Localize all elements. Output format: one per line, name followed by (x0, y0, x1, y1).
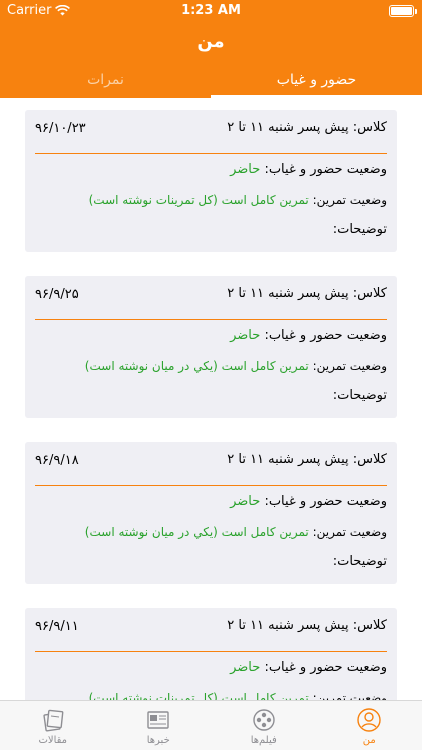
attendance-label: وضعیت حضور و غیاب: (264, 660, 387, 675)
session-date: ۹۶/۱۰/۲۳ (35, 121, 86, 136)
notes-label: توضیحات: (332, 388, 387, 403)
status-time: 1:23 AM (181, 3, 241, 18)
tab-grades[interactable]: نمرات (0, 66, 211, 98)
exercise-line: وضعیت تمرین: تمرین کامل است (کل تمرینات … (35, 691, 387, 700)
class-line: کلاس: پیش پسر شنبه ۱۱ تا ۲ (35, 286, 387, 301)
attendance-label: وضعیت حضور و غیاب: (264, 328, 387, 343)
user-icon (357, 708, 381, 732)
attendance-line: وضعیت حضور و غیاب: حاضر (35, 162, 387, 177)
exercise-value: تمرین کامل است (يکي در ميان نوشته است) (84, 359, 309, 373)
attendance-card[interactable]: کلاس: پیش پسر شنبه ۱۱ تا ۲ ۹۶/۹/۱۸ وضعیت… (25, 442, 397, 584)
exercise-label: وضعیت تمرین: (312, 359, 387, 373)
tabbar-item-films[interactable]: فیلم‌ها (211, 701, 317, 750)
news-icon (147, 711, 169, 729)
session-date: ۹۶/۹/۲۵ (35, 287, 79, 302)
card-divider (35, 485, 387, 486)
class-line: کلاس: پیش پسر شنبه ۱۱ تا ۲ (35, 120, 387, 135)
attendance-line: وضعیت حضور و غیاب: حاضر (35, 328, 387, 343)
class-line: کلاس: پیش پسر شنبه ۱۱ تا ۲ (35, 618, 387, 633)
attendance-value: حاضر (230, 494, 261, 509)
nav-title: من (0, 22, 422, 66)
tabbar-label: فیلم‌ها (250, 735, 277, 746)
exercise-line: وضعیت تمرین: تمرین کامل است (يکي در ميان… (35, 525, 387, 539)
film-reel-icon (253, 709, 275, 731)
attendance-list[interactable]: کلاس: پیش پسر شنبه ۱۱ تا ۲ ۹۶/۱۰/۲۳ وضعی… (0, 98, 422, 700)
card-divider (35, 651, 387, 652)
attendance-value: حاضر (230, 660, 261, 675)
notes-label: توضیحات: (332, 222, 387, 237)
bottom-tab-bar: مقالات خبرها فیلم‌ها من (0, 700, 422, 750)
attendance-card[interactable]: کلاس: پیش پسر شنبه ۱۱ تا ۲ ۹۶/۱۰/۲۳ وضعی… (25, 110, 397, 252)
attendance-label: وضعیت حضور و غیاب: (264, 494, 387, 509)
session-date: ۹۶/۹/۱۸ (35, 453, 79, 468)
class-prefix: کلاس: (352, 618, 387, 633)
class-prefix: کلاس: (352, 452, 387, 467)
battery-icon (389, 5, 417, 17)
exercise-value: تمرین کامل است (يکي در ميان نوشته است) (84, 525, 309, 539)
tabbar-item-me[interactable]: من (317, 701, 422, 750)
articles-icon (43, 709, 64, 732)
exercise-label: وضعیت تمرین: (312, 193, 387, 207)
class-name: پیش پسر شنبه ۱۱ تا ۲ (227, 286, 349, 301)
card-divider (35, 153, 387, 154)
exercise-line: وضعیت تمرین: تمرین کامل است (يکي در ميان… (35, 359, 387, 373)
exercise-label: وضعیت تمرین: (312, 525, 387, 539)
attendance-card[interactable]: کلاس: پیش پسر شنبه ۱۱ تا ۲ ۹۶/۹/۱۱ وضعیت… (25, 608, 397, 700)
attendance-line: وضعیت حضور و غیاب: حاضر (35, 660, 387, 675)
attendance-label: وضعیت حضور و غیاب: (264, 162, 387, 177)
attendance-value: حاضر (230, 328, 261, 343)
tabbar-item-articles[interactable]: مقالات (0, 701, 106, 750)
exercise-value: تمرین کامل است (کل تمرینات نوشته است) (88, 193, 309, 207)
tabbar-item-news[interactable]: خبرها (106, 701, 212, 750)
attendance-value: حاضر (230, 162, 261, 177)
attendance-line: وضعیت حضور و غیاب: حاضر (35, 494, 387, 509)
card-divider (35, 319, 387, 320)
class-name: پیش پسر شنبه ۱۱ تا ۲ (227, 120, 349, 135)
class-prefix: کلاس: (352, 286, 387, 301)
tab-attendance[interactable]: حضور و غیاب (211, 66, 422, 98)
class-prefix: کلاس: (352, 120, 387, 135)
exercise-label: وضعیت تمرین: (312, 691, 387, 700)
status-bar: Carrier 1:23 AM (0, 0, 422, 22)
class-name: پیش پسر شنبه ۱۱ تا ۲ (227, 618, 349, 633)
notes-line: توضیحات: (35, 222, 387, 237)
notes-line: توضیحات: (35, 554, 387, 569)
exercise-line: وضعیت تمرین: تمرین کامل است (کل تمرینات … (35, 193, 387, 207)
notes-line: توضیحات: (35, 388, 387, 403)
class-name: پیش پسر شنبه ۱۱ تا ۲ (227, 452, 349, 467)
tabbar-label: من (362, 735, 376, 746)
session-date: ۹۶/۹/۱۱ (35, 619, 79, 634)
attendance-card[interactable]: کلاس: پیش پسر شنبه ۱۱ تا ۲ ۹۶/۹/۲۵ وضعیت… (25, 276, 397, 418)
exercise-value: تمرین کامل است (کل تمرینات نوشته است) (88, 691, 309, 700)
segment-tabs: حضور و غیاب نمرات (0, 66, 422, 98)
tabbar-label: مقالات (38, 735, 68, 746)
class-line: کلاس: پیش پسر شنبه ۱۱ تا ۲ (35, 452, 387, 467)
notes-label: توضیحات: (332, 554, 387, 569)
tabbar-label: خبرها (146, 735, 170, 746)
